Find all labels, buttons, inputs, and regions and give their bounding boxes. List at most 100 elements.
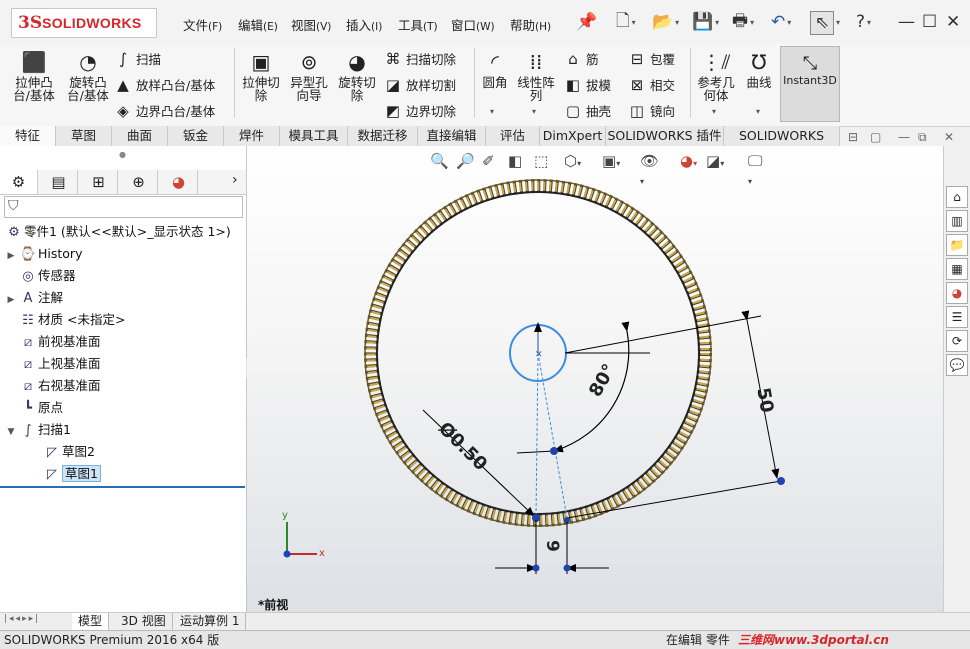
menu-view[interactable]: 视图(V) <box>291 15 331 34</box>
revolve-boss-button[interactable]: ◔ 旋转凸 台/基体 <box>62 48 114 102</box>
collapse-icon[interactable]: ▼ <box>4 422 18 442</box>
tab-3d-views[interactable]: 3D 视图 <box>115 613 173 630</box>
revolve-cut-button[interactable]: ◕ 旋转切 除 <box>334 48 380 102</box>
linear-pattern-button[interactable]: ⁞⁞ 线性阵 列 <box>514 48 558 102</box>
length-dimension[interactable]: 50 <box>752 386 777 414</box>
tree-item-front-plane[interactable]: ⧄ 前视基准面 <box>4 332 101 352</box>
doc-close-icon[interactable]: ✕ <box>944 130 954 144</box>
extrude-boss-button[interactable]: ⬛ 拉伸凸 台/基体 <box>8 48 60 102</box>
fillet-dropdown-icon[interactable]: ▾ <box>490 107 494 116</box>
dimxpert-manager-tab-icon[interactable]: ⊕ <box>120 170 158 194</box>
sketch-point[interactable] <box>777 477 785 485</box>
solidworks-resources-icon[interactable]: ⟳ <box>946 330 968 352</box>
sweep-button[interactable]: ∫ 扫描 <box>114 49 161 68</box>
tab-mbd[interactable]: SOLIDWORKS MBD <box>724 126 840 163</box>
instant3d-button[interactable]: ⤡ Instant3D <box>780 46 840 122</box>
tree-item-sensors[interactable]: ◎ 传感器 <box>4 266 75 286</box>
tab-features[interactable]: 特征 <box>0 126 56 146</box>
sketch-point[interactable] <box>532 564 540 572</box>
tree-item-origin[interactable]: ┗ 原点 <box>4 398 63 418</box>
expand-icon[interactable]: ▶ <box>4 290 18 310</box>
boundary-boss-button[interactable]: ◈ 边界凸台/基体 <box>114 101 215 120</box>
maximize-icon[interactable]: ☐ <box>922 11 937 33</box>
property-manager-tab-icon[interactable]: ▤ <box>40 170 78 194</box>
view-settings-icon[interactable]: 🖵▾ <box>748 152 762 188</box>
tree-item-material[interactable]: ☷ 材质 <未指定> <box>4 310 125 330</box>
menu-tools[interactable]: 工具(T) <box>398 15 438 34</box>
doc-minimize-icon[interactable]: — <box>898 130 910 144</box>
tab-sketch[interactable]: 草图 <box>56 126 112 146</box>
sketch-point[interactable] <box>563 564 571 572</box>
print-icon[interactable]: 🖶 ▾ <box>732 11 754 33</box>
save-icon[interactable]: 💾 ▾ <box>692 11 719 33</box>
linear-pattern-dropdown-icon[interactable]: ▾ <box>532 107 536 116</box>
dynamic-annotation-icon[interactable]: ⬚ <box>534 152 548 170</box>
appearances-icon[interactable]: ◕ <box>946 282 968 304</box>
view-orientation-icon[interactable]: ⬡▾ <box>564 152 581 170</box>
tree-item-top-plane[interactable]: ⧄ 上视基准面 <box>4 354 101 374</box>
feature-manager-tab-icon[interactable]: ⚙ <box>0 170 38 194</box>
boundary-cut-button[interactable]: ◩ 边界切除 <box>384 101 456 120</box>
restore-down-icon[interactable]: ⊟ <box>848 130 858 144</box>
loft-boss-button[interactable]: ▲ 放样凸台/基体 <box>114 75 215 94</box>
rib-button[interactable]: ⌂ 筋 <box>564 49 598 68</box>
panel-grip-icon[interactable]: ● <box>119 150 126 159</box>
tab-mold-tools[interactable]: 模具工具 <box>280 126 348 146</box>
edit-appearance-icon[interactable]: ◕▾ <box>680 152 697 170</box>
curves-dropdown-icon[interactable]: ▾ <box>756 107 760 116</box>
tree-item-sweep1[interactable]: ▼ ∫ 扫描1 <box>4 420 71 440</box>
view-palette-icon[interactable]: ▦ <box>946 258 968 280</box>
menu-file[interactable]: 文件(F) <box>183 15 222 34</box>
sketch-point[interactable] <box>550 447 558 455</box>
solidworks-logo[interactable]: 3S SOLIDWORKS <box>11 8 157 38</box>
new-document-icon[interactable]: 🗋 ▾ <box>616 11 636 33</box>
sweep-cut-button[interactable]: ⌘ 扫描切除 <box>384 49 457 68</box>
zoom-to-area-icon[interactable]: 🔎 <box>456 152 475 170</box>
tree-item-sketch1[interactable]: ◸ 草图1 <box>28 464 101 484</box>
tree-item-sketch2[interactable]: ◸ 草图2 <box>28 442 95 462</box>
mirror-button[interactable]: ◫ 镜向 <box>628 101 675 120</box>
reference-geometry-dropdown-icon[interactable]: ▾ <box>712 107 716 116</box>
loft-cut-button[interactable]: ◪ 放样切割 <box>384 75 456 94</box>
hole-wizard-button[interactable]: ⊚ 异型孔 向导 <box>286 48 332 102</box>
zoom-to-fit-icon[interactable]: 🔍 <box>430 152 449 170</box>
open-icon[interactable]: 📂 ▾ <box>652 11 679 33</box>
graphics-area[interactable]: ✕ 80° Ø0.50 50 9 y x <box>247 146 943 612</box>
configuration-manager-tab-icon[interactable]: ⊞ <box>80 170 118 194</box>
tab-motion-study[interactable]: 运动算例 1 <box>174 613 247 630</box>
help-icon[interactable]: ? ▾ <box>856 11 871 33</box>
tree-item-right-plane[interactable]: ⧄ 右视基准面 <box>4 376 101 396</box>
hide-show-items-icon[interactable]: 👁▾ <box>640 152 659 188</box>
close-icon[interactable]: ✕ <box>946 11 960 33</box>
tab-surfaces[interactable]: 曲面 <box>112 126 168 146</box>
tree-part-root[interactable]: ⚙ 零件1 (默认<<默认>_显示状态 1>) <box>4 222 231 242</box>
previous-view-icon[interactable]: ✐ <box>482 152 495 170</box>
tab-data-migration[interactable]: 数据迁移 <box>348 126 418 146</box>
menu-edit[interactable]: 编辑(E) <box>238 15 278 34</box>
select-icon[interactable]: ⇖ <box>810 11 834 35</box>
tab-model[interactable]: 模型 <box>72 613 110 630</box>
wrap-button[interactable]: ⊟ 包覆 <box>628 49 675 68</box>
offset-dimension[interactable]: 9 <box>542 540 562 552</box>
tab-sheet-metal[interactable]: 钣金 <box>168 126 224 146</box>
tree-item-annotations[interactable]: ▶ A 注解 <box>4 288 63 308</box>
menu-window[interactable]: 窗口(W) <box>451 15 495 34</box>
select-dropdown-icon[interactable]: ▾ <box>834 11 840 33</box>
tab-dimxpert[interactable]: DimXpert <box>540 126 606 146</box>
minimize-icon[interactable]: — <box>898 11 915 33</box>
reference-geometry-button[interactable]: ⋮⫽ 参考几 何体 <box>694 48 738 102</box>
apply-scene-icon[interactable]: ◪▾ <box>706 152 724 170</box>
home-icon[interactable]: ⌂ <box>946 186 968 208</box>
extrude-cut-button[interactable]: ▣ 拉伸切 除 <box>238 48 284 102</box>
design-library-icon[interactable]: ▥ <box>946 210 968 232</box>
tab-evaluate[interactable]: 评估 <box>486 126 540 146</box>
tab-addins[interactable]: SOLIDWORKS 插件 <box>606 126 724 146</box>
draft-button[interactable]: ◧ 拔模 <box>564 75 611 94</box>
section-view-icon[interactable]: ◧ <box>508 152 522 170</box>
shell-button[interactable]: ▢ 抽壳 <box>564 101 611 120</box>
menu-help[interactable]: 帮助(H) <box>510 15 551 34</box>
tree-item-history[interactable]: ▶ ⌚ History <box>4 244 83 264</box>
custom-properties-icon[interactable]: ☰ <box>946 306 968 328</box>
curves-button[interactable]: ℧ 曲线 <box>742 48 776 89</box>
tab-scroll-arrows-icon[interactable]: |◂◂▸▸| <box>4 614 40 624</box>
